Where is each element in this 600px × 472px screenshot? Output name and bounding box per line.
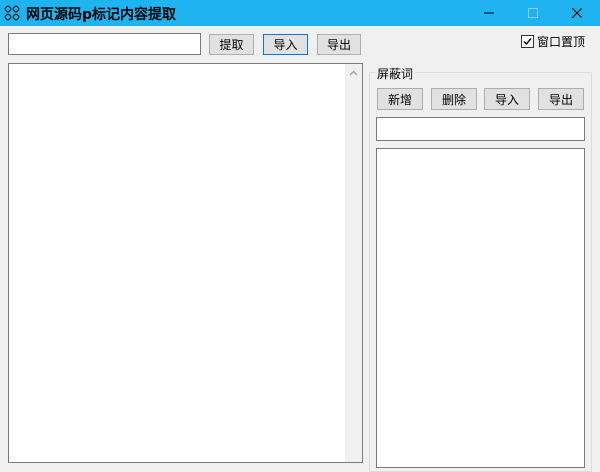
maximize-icon (528, 8, 538, 18)
add-word-button[interactable]: 新增 (377, 88, 423, 110)
maximize-button[interactable] (510, 0, 556, 26)
always-on-top-checkbox[interactable] (521, 34, 534, 48)
minimize-icon (484, 12, 494, 14)
title-bar[interactable]: 网页源码p标记内容提取 (0, 0, 600, 26)
blocked-words-list[interactable] (376, 148, 585, 468)
window-title: 网页源码p标记内容提取 (26, 7, 177, 23)
export-words-button[interactable]: 导出 (538, 88, 584, 110)
scroll-up-button[interactable] (345, 64, 362, 81)
close-button[interactable] (554, 0, 600, 26)
always-on-top-label: 窗口置顶 (537, 34, 586, 49)
close-icon (572, 8, 582, 18)
always-on-top-option[interactable]: 窗口置顶 (521, 33, 585, 49)
content-textarea[interactable] (8, 63, 363, 463)
export-button[interactable]: 导出 (317, 34, 361, 55)
chevron-up-icon (349, 70, 358, 75)
delete-word-button[interactable]: 删除 (431, 88, 477, 110)
grid-app-icon (4, 5, 20, 21)
vertical-scrollbar[interactable] (345, 64, 362, 462)
blocked-word-input[interactable] (376, 117, 585, 141)
extract-button[interactable]: 提取 (209, 34, 254, 55)
import-button[interactable]: 导入 (263, 34, 308, 55)
import-words-button[interactable]: 导入 (484, 88, 530, 110)
blocked-words-group-label: 屏蔽词 (375, 65, 416, 82)
url-input[interactable] (8, 33, 201, 55)
checkmark-icon (523, 37, 532, 45)
minimize-button[interactable] (466, 0, 512, 26)
